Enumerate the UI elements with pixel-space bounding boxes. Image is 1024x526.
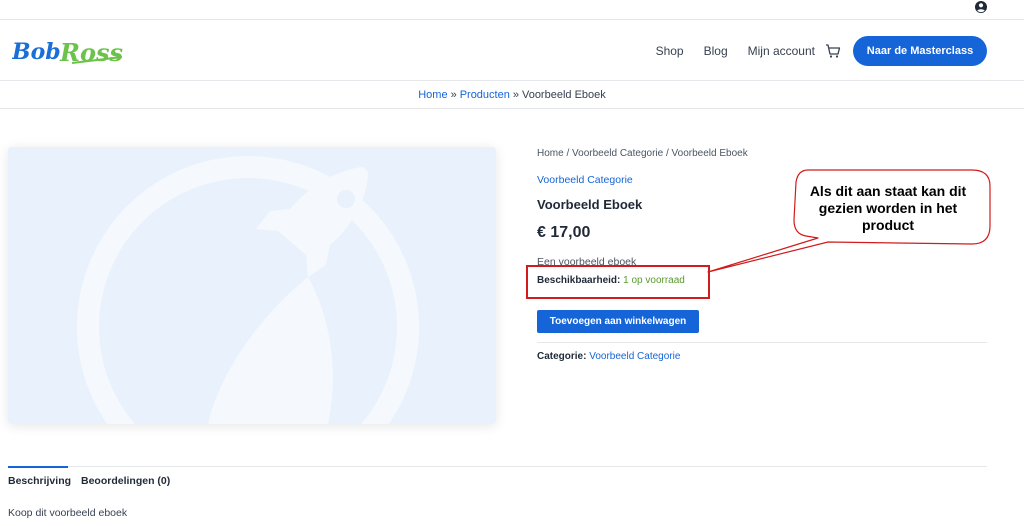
breadcrumb-products-link[interactable]: Producten [460, 89, 510, 101]
tab-reviews[interactable]: Beoordelingen (0) [81, 467, 170, 495]
nav-link-blog[interactable]: Blog [704, 44, 728, 58]
annotation-highlight-box [526, 265, 710, 299]
product-tabs: Beschrijving Beoordelingen (0) [8, 466, 987, 494]
meta-divider [537, 342, 987, 343]
meta-category-link[interactable]: Voorbeeld Categorie [589, 351, 680, 362]
breadcrumb-separator: » [512, 89, 519, 101]
rocket-placeholder-icon [77, 156, 419, 424]
breadcrumb-home-link[interactable]: Home [418, 89, 447, 101]
breadcrumb-current: Voorbeeld Eboek [521, 89, 606, 101]
tab-description[interactable]: Beschrijving [8, 466, 71, 494]
tab-description-content: Koop dit voorbeeld eboek [8, 507, 128, 519]
product-meta: Categorie: Voorbeeld Categorie [537, 351, 680, 362]
nav-link-account[interactable]: Mijn account [748, 44, 815, 58]
site-header: Bob Ross Shop Blog Mijn account Naar de … [0, 21, 1024, 81]
site-breadcrumb: Home » Producten » Voorbeeld Eboek [0, 82, 1024, 109]
product-image[interactable] [8, 147, 496, 424]
user-account-icon[interactable] [974, 0, 988, 14]
site-logo[interactable]: Bob Ross [11, 36, 128, 68]
nav-link-shop[interactable]: Shop [656, 44, 684, 58]
main-nav: Shop Blog Mijn account Naar de Mastercla… [656, 21, 1024, 81]
masterclass-button[interactable]: Naar de Masterclass [853, 36, 987, 66]
add-to-cart-button[interactable]: Toevoegen aan winkelwagen [537, 310, 699, 333]
bob-ross-logo-icon: Bob Ross [11, 38, 123, 67]
annotation-callout-text: Als dit aan staat kan dit gezien worden … [809, 183, 967, 233]
cart-icon[interactable] [825, 43, 841, 59]
top-utility-bar [0, 0, 1024, 20]
meta-category-label: Categorie: [537, 351, 587, 362]
logo-text-ross: Ross [59, 38, 123, 67]
breadcrumb-separator: » [450, 89, 457, 101]
logo-text-bob: Bob [12, 39, 61, 65]
